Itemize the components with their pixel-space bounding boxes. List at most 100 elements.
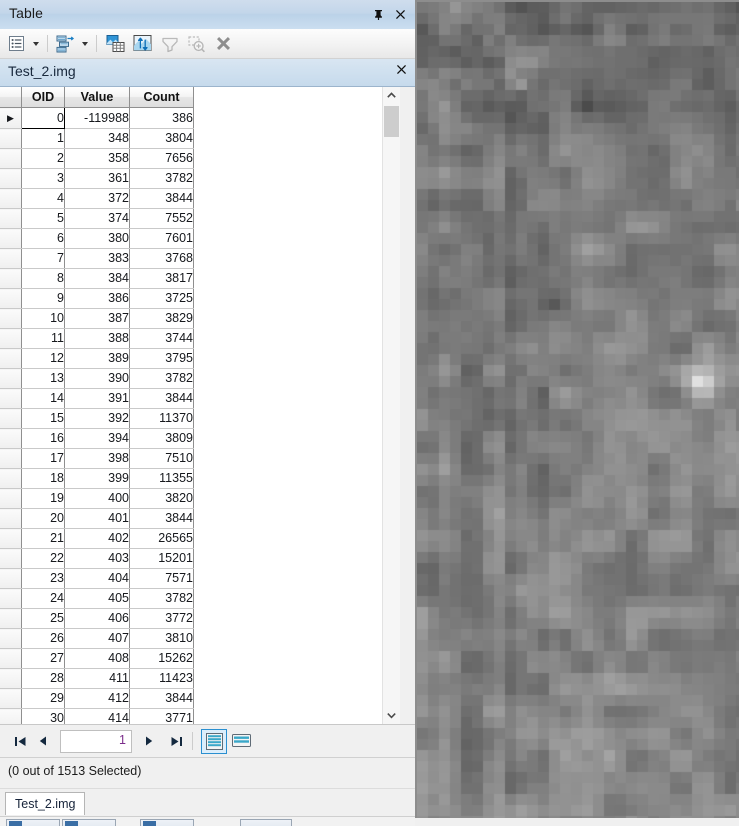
cell-count[interactable]: 3782 bbox=[129, 168, 194, 189]
row-selector[interactable] bbox=[0, 508, 22, 529]
cell-value[interactable]: 403 bbox=[64, 548, 130, 569]
cell-oid[interactable]: 25 bbox=[21, 608, 65, 629]
row-selector[interactable] bbox=[0, 248, 22, 269]
cell-count[interactable]: 3744 bbox=[129, 328, 194, 349]
page-number-input[interactable]: 1 bbox=[60, 730, 132, 753]
cell-count[interactable]: 3809 bbox=[129, 428, 194, 449]
table-row[interactable]: 12 389 3795 bbox=[0, 348, 194, 369]
cell-oid[interactable]: 4 bbox=[21, 188, 65, 209]
related-tables-dropdown[interactable] bbox=[79, 33, 91, 54]
scrollbar-thumb[interactable] bbox=[384, 106, 399, 137]
cell-count[interactable]: 3795 bbox=[129, 348, 194, 369]
cell-oid[interactable]: 24 bbox=[21, 588, 65, 609]
row-selector[interactable] bbox=[0, 308, 22, 329]
table-row[interactable]: 29 412 3844 bbox=[0, 688, 194, 709]
cell-oid[interactable]: 17 bbox=[21, 448, 65, 469]
row-selector[interactable] bbox=[0, 228, 22, 249]
cell-value[interactable]: 387 bbox=[64, 308, 130, 329]
cell-oid[interactable]: 23 bbox=[21, 568, 65, 589]
cell-oid[interactable]: 29 bbox=[21, 688, 65, 709]
cell-value[interactable]: 374 bbox=[64, 208, 130, 229]
cell-value[interactable]: 412 bbox=[64, 688, 130, 709]
cell-value[interactable]: 402 bbox=[64, 528, 130, 549]
table-row[interactable]: ▶ 0 -119988 386 bbox=[0, 107, 194, 129]
last-record-button[interactable] bbox=[168, 731, 184, 751]
cell-value[interactable]: 411 bbox=[64, 668, 130, 689]
map-view[interactable] bbox=[415, 0, 739, 818]
row-selector[interactable] bbox=[0, 328, 22, 349]
cell-count[interactable]: 7656 bbox=[129, 148, 194, 169]
cell-value[interactable]: 391 bbox=[64, 388, 130, 409]
table-row[interactable]: 4 372 3844 bbox=[0, 188, 194, 209]
chevron-down-icon[interactable] bbox=[383, 707, 400, 724]
row-selector[interactable] bbox=[0, 388, 22, 409]
table-row[interactable]: 3 361 3782 bbox=[0, 168, 194, 189]
row-selector[interactable] bbox=[0, 208, 22, 229]
table-row[interactable]: 23 404 7571 bbox=[0, 568, 194, 589]
chevron-up-icon[interactable] bbox=[383, 87, 400, 104]
table-view-icon[interactable] bbox=[201, 729, 227, 754]
cell-value[interactable]: 390 bbox=[64, 368, 130, 389]
pin-icon[interactable] bbox=[369, 5, 387, 23]
cell-value[interactable]: 348 bbox=[64, 128, 130, 149]
cell-value[interactable]: 388 bbox=[64, 328, 130, 349]
table-row[interactable]: 7 383 3768 bbox=[0, 248, 194, 269]
row-selector[interactable] bbox=[0, 128, 22, 149]
cell-value[interactable]: 406 bbox=[64, 608, 130, 629]
cell-oid[interactable]: 3 bbox=[21, 168, 65, 189]
cell-count[interactable]: 3820 bbox=[129, 488, 194, 509]
row-selector[interactable] bbox=[0, 488, 22, 509]
cell-count[interactable]: 3844 bbox=[129, 188, 194, 209]
row-selector[interactable] bbox=[0, 668, 22, 689]
cell-count[interactable]: 3772 bbox=[129, 608, 194, 629]
row-selector[interactable] bbox=[0, 708, 22, 724]
row-selector[interactable] bbox=[0, 548, 22, 569]
row-selector[interactable] bbox=[0, 688, 22, 709]
cell-value[interactable]: -119988 bbox=[64, 107, 130, 129]
tab-test2-img[interactable]: Test_2.img bbox=[5, 792, 86, 815]
cell-count[interactable]: 26565 bbox=[129, 528, 194, 549]
cell-oid[interactable]: 20 bbox=[21, 508, 65, 529]
table-row[interactable]: 15 392 11370 bbox=[0, 408, 194, 429]
cell-oid[interactable]: 7 bbox=[21, 248, 65, 269]
cell-value[interactable]: 398 bbox=[64, 448, 130, 469]
select-by-attributes-icon[interactable] bbox=[104, 33, 128, 54]
cell-value[interactable]: 392 bbox=[64, 408, 130, 429]
cell-oid[interactable]: 15 bbox=[21, 408, 65, 429]
cell-value[interactable]: 394 bbox=[64, 428, 130, 449]
cell-count[interactable]: 3844 bbox=[129, 388, 194, 409]
cell-value[interactable]: 399 bbox=[64, 468, 130, 489]
table-row[interactable]: 19 400 3820 bbox=[0, 488, 194, 509]
cell-oid[interactable]: 18 bbox=[21, 468, 65, 489]
table-row[interactable]: 2 358 7656 bbox=[0, 148, 194, 169]
cell-oid[interactable]: 0 bbox=[21, 107, 65, 129]
cell-count[interactable]: 15201 bbox=[129, 548, 194, 569]
table-row[interactable]: 16 394 3809 bbox=[0, 428, 194, 449]
cell-oid[interactable]: 9 bbox=[21, 288, 65, 309]
table-options-icon[interactable] bbox=[6, 33, 27, 54]
cell-value[interactable]: 380 bbox=[64, 228, 130, 249]
first-record-button[interactable] bbox=[12, 731, 28, 751]
row-selector[interactable] bbox=[0, 528, 22, 549]
cell-value[interactable]: 372 bbox=[64, 188, 130, 209]
row-selector[interactable] bbox=[0, 168, 22, 189]
table-row[interactable]: 13 390 3782 bbox=[0, 368, 194, 389]
table-row[interactable]: 11 388 3744 bbox=[0, 328, 194, 349]
cell-oid[interactable]: 21 bbox=[21, 528, 65, 549]
row-selector[interactable] bbox=[0, 148, 22, 169]
cell-count[interactable]: 386 bbox=[129, 107, 194, 129]
table-row[interactable]: 8 384 3817 bbox=[0, 268, 194, 289]
cell-oid[interactable]: 16 bbox=[21, 428, 65, 449]
related-tables-icon[interactable] bbox=[54, 33, 76, 54]
cell-count[interactable]: 15262 bbox=[129, 648, 194, 669]
layer-close-icon[interactable] bbox=[396, 63, 407, 78]
table-row[interactable]: 27 408 15262 bbox=[0, 648, 194, 669]
table-row[interactable]: 30 414 3771 bbox=[0, 708, 194, 724]
table-row[interactable]: 25 406 3772 bbox=[0, 608, 194, 629]
row-selector[interactable]: ▶ bbox=[0, 107, 22, 129]
column-header-select[interactable] bbox=[0, 87, 22, 108]
row-selector[interactable] bbox=[0, 188, 22, 209]
cell-value[interactable]: 384 bbox=[64, 268, 130, 289]
cell-oid[interactable]: 22 bbox=[21, 548, 65, 569]
table-options-dropdown[interactable] bbox=[30, 33, 42, 54]
